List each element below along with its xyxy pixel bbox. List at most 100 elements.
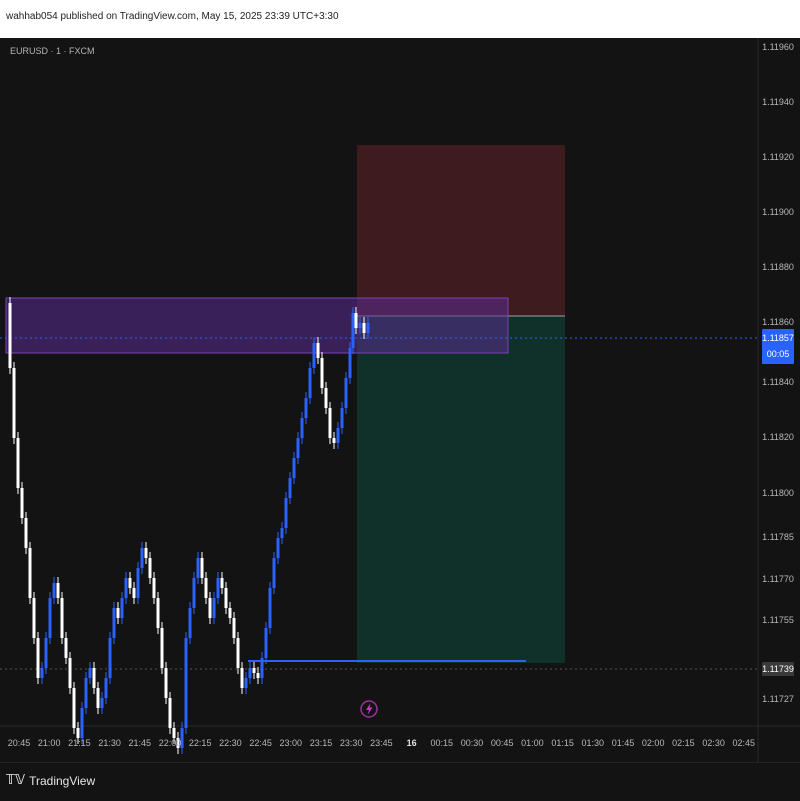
- marked-price-badge: 1.11739: [762, 662, 794, 676]
- candle-body: [148, 558, 152, 578]
- candle-body: [340, 408, 344, 428]
- current-price-value: 1.11857: [762, 333, 794, 343]
- candle-body: [228, 608, 232, 618]
- candle-body: [260, 658, 264, 678]
- candle-body: [288, 478, 292, 498]
- candle-body: [116, 608, 120, 618]
- price-tick-label: 1.11880: [762, 262, 794, 272]
- candle-body: [164, 668, 168, 698]
- candle-body: [216, 578, 220, 598]
- time-tick-label: 23:45: [370, 738, 393, 748]
- candle-body: [144, 548, 148, 558]
- candle-body: [28, 548, 32, 598]
- candle-body: [344, 378, 348, 408]
- candle-body: [68, 658, 72, 688]
- candle-body: [208, 598, 212, 618]
- candle-body: [56, 583, 60, 598]
- candle-body: [304, 398, 308, 418]
- candle-body: [336, 428, 340, 443]
- candle-body: [8, 303, 12, 368]
- price-tick-label: 1.11960: [762, 42, 794, 52]
- brand-name: TradingView: [29, 773, 96, 788]
- footer-bar: 𝕋𝕍 TradingView: [0, 762, 800, 801]
- candle-body: [168, 698, 172, 728]
- candle-body: [280, 528, 284, 538]
- stop-loss-zone[interactable]: [357, 145, 565, 316]
- price-tick-label: 1.11840: [762, 377, 794, 387]
- candle-body: [32, 598, 36, 638]
- candle-body: [132, 588, 136, 598]
- time-tick-label: 21:45: [129, 738, 152, 748]
- candle-body: [48, 598, 52, 638]
- candle-body: [96, 688, 100, 708]
- candle-body: [351, 313, 355, 348]
- candle-body: [188, 608, 192, 638]
- time-tick-label: 02:30: [702, 738, 725, 748]
- countdown-value: 00:05: [767, 349, 790, 359]
- candle-body: [204, 578, 208, 598]
- candle-body: [268, 588, 272, 628]
- time-tick-label: 22:15: [189, 738, 212, 748]
- candle-body: [316, 343, 320, 358]
- candlestick-chart[interactable]: 1.11960 1.11940 1.11920 1.11900 1.11880 1.118…: [0, 38, 800, 762]
- candle-body: [362, 323, 366, 333]
- current-price-badge: 1.11857 00:05: [762, 329, 794, 364]
- candle-body: [272, 558, 276, 588]
- time-tick-label: 21:30: [98, 738, 121, 748]
- price-tick-label: 1.11770: [762, 574, 794, 584]
- lightning-icon[interactable]: [360, 700, 378, 718]
- candle-body: [348, 348, 352, 378]
- candle-body: [140, 548, 144, 568]
- time-tick-label: 01:30: [582, 738, 605, 748]
- candle-body: [320, 358, 324, 388]
- candle-body: [100, 698, 104, 708]
- chart-area[interactable]: 1.11960 1.11940 1.11920 1.11900 1.11880 1.118…: [0, 38, 800, 762]
- time-tick-label: 02:15: [672, 738, 695, 748]
- candle-body: [300, 418, 304, 438]
- candle-body: [128, 578, 132, 588]
- candle-body: [52, 583, 56, 598]
- time-tick-label: 02:45: [733, 738, 756, 748]
- publish-header: wahhab054 published on TradingView.com, …: [0, 0, 800, 38]
- time-tick-labels: 20:45 21:00 21:15 21:30 21:45 22:00 22:15 22:30…: [8, 738, 755, 748]
- candle-body: [172, 728, 176, 738]
- time-tick-label: 16: [407, 738, 417, 748]
- time-tick-label: 02:00: [642, 738, 665, 748]
- candle-body: [36, 638, 40, 678]
- price-tick-label: 1.11920: [762, 152, 794, 162]
- supply-zone[interactable]: [5, 297, 509, 354]
- time-tick-label: 01:45: [612, 738, 635, 748]
- price-axis[interactable]: [758, 38, 800, 762]
- candle-body: [84, 678, 88, 708]
- candle-body: [284, 498, 288, 528]
- time-tick-label: 22:00: [159, 738, 182, 748]
- time-tick-label: 21:00: [38, 738, 61, 748]
- candle-body: [160, 628, 164, 668]
- candle-body: [358, 323, 362, 328]
- candle-body: [60, 598, 64, 638]
- candle-body: [152, 578, 156, 598]
- candle-body: [88, 668, 92, 678]
- time-tick-label: 23:15: [310, 738, 333, 748]
- tradingview-logo[interactable]: 𝕋𝕍 TradingView: [6, 773, 95, 788]
- candle-body: [248, 668, 252, 678]
- marked-price-value: 1.11739: [762, 664, 794, 674]
- candle-body: [108, 638, 112, 678]
- candle-body: [12, 368, 16, 438]
- candle-body: [264, 628, 268, 658]
- candle-body: [156, 598, 160, 628]
- tradingview-logo-icon: 𝕋𝕍: [6, 773, 26, 788]
- candle-body: [72, 688, 76, 728]
- candle-body: [80, 708, 84, 738]
- candle-body: [324, 388, 328, 408]
- take-profit-zone[interactable]: [357, 316, 565, 663]
- candle-body: [292, 458, 296, 478]
- candle-body: [44, 638, 48, 668]
- candle-body: [40, 668, 44, 678]
- time-tick-label: 22:45: [249, 738, 272, 748]
- time-tick-label: 01:15: [551, 738, 574, 748]
- candle-body: [92, 668, 96, 688]
- candles-group: [8, 297, 370, 754]
- time-tick-label: 22:30: [219, 738, 242, 748]
- time-tick-label: 00:15: [431, 738, 454, 748]
